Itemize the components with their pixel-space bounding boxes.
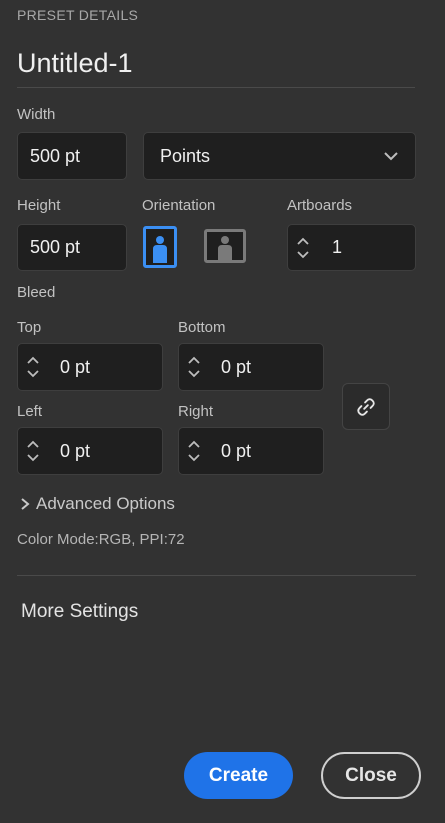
bleed-top-value: 0 pt (60, 356, 91, 377)
chevron-up-icon[interactable] (296, 236, 310, 246)
artboards-stepper[interactable] (288, 225, 318, 270)
bleed-top-stepper[interactable] (18, 344, 48, 390)
bleed-left-input[interactable]: 0 pt (17, 427, 163, 475)
chevron-down-icon[interactable] (26, 453, 40, 463)
height-value: 500 pt (30, 237, 81, 257)
bleed-left-label: Left (17, 403, 43, 420)
chevron-up-icon[interactable] (26, 439, 40, 449)
chevron-right-icon (21, 498, 30, 510)
landscape-icon (218, 236, 232, 260)
chevron-up-icon[interactable] (187, 355, 201, 365)
width-label: Width (17, 106, 56, 123)
bleed-left-value: 0 pt (60, 440, 91, 461)
bleed-label: Bleed (17, 284, 56, 301)
chevron-up-icon[interactable] (187, 439, 201, 449)
artboards-value: 1 (332, 237, 343, 257)
divider (17, 87, 415, 88)
create-button[interactable]: Create (184, 752, 293, 799)
bleed-left-stepper[interactable] (18, 428, 48, 474)
advanced-options-toggle[interactable]: Advanced Options (20, 494, 175, 514)
bleed-bottom-input[interactable]: 0 pt (178, 343, 324, 391)
bleed-right-stepper[interactable] (179, 428, 209, 474)
chevron-down-icon[interactable] (187, 369, 201, 379)
portrait-icon (153, 236, 167, 263)
bleed-bottom-label: Bottom (178, 319, 226, 336)
link-bleed-button[interactable] (342, 383, 390, 430)
chevron-down-icon (384, 152, 398, 161)
bleed-top-input[interactable]: 0 pt (17, 343, 163, 391)
units-selected-value: Points (160, 145, 211, 166)
artboards-input[interactable]: 1 (287, 224, 416, 271)
width-value: 500 pt (30, 145, 81, 166)
artboards-label: Artboards (287, 197, 353, 214)
portrait-orientation-button[interactable] (143, 226, 177, 268)
bleed-right-label: Right (178, 403, 214, 420)
color-mode-info: Color Mode:RGB, PPI:72 (17, 531, 185, 548)
preset-name-input[interactable]: Untitled-1 (17, 48, 133, 79)
section-title: PRESET DETAILS (17, 7, 139, 23)
height-input[interactable]: 500 pt (17, 224, 127, 271)
bleed-right-value: 0 pt (221, 440, 252, 461)
bleed-top-label: Top (17, 319, 42, 336)
width-input[interactable]: 500 pt (17, 132, 127, 180)
orientation-label: Orientation (142, 197, 216, 214)
advanced-options-label: Advanced Options (36, 494, 175, 513)
bleed-bottom-stepper[interactable] (179, 344, 209, 390)
chevron-down-icon[interactable] (296, 250, 310, 260)
divider (17, 575, 416, 576)
close-button[interactable]: Close (321, 752, 421, 799)
bleed-bottom-value: 0 pt (221, 356, 252, 377)
link-icon (357, 397, 375, 416)
chevron-down-icon[interactable] (187, 453, 201, 463)
bleed-right-input[interactable]: 0 pt (178, 427, 324, 475)
height-label: Height (17, 197, 61, 214)
landscape-orientation-button[interactable] (204, 229, 246, 263)
more-settings-button[interactable]: More Settings (21, 601, 138, 623)
chevron-down-icon[interactable] (26, 369, 40, 379)
units-select[interactable]: Points (143, 132, 416, 180)
chevron-up-icon[interactable] (26, 355, 40, 365)
